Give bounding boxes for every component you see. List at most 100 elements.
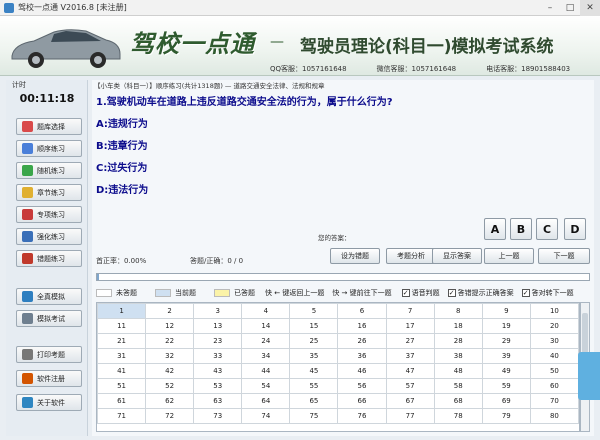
scroll-thumb[interactable] xyxy=(582,313,588,353)
question-cell[interactable]: 21 xyxy=(97,333,147,349)
question-cell[interactable]: 79 xyxy=(481,408,531,424)
chapter-practice-button[interactable]: 章节练习 xyxy=(16,184,82,201)
question-cell[interactable]: 71 xyxy=(97,408,147,424)
answer-a-button[interactable]: A xyxy=(484,218,506,240)
question-cell[interactable]: 17 xyxy=(385,318,435,334)
question-cell[interactable]: 18 xyxy=(433,318,483,334)
question-cell[interactable]: 1 xyxy=(97,303,147,319)
question-cell[interactable]: 23 xyxy=(193,333,243,349)
question-cell[interactable]: 34 xyxy=(241,348,291,364)
random-practice-button[interactable]: 随机练习 xyxy=(16,162,82,179)
question-cell[interactable]: 53 xyxy=(193,378,243,394)
question-cell[interactable]: 72 xyxy=(145,408,195,424)
option-d[interactable]: D:违法行为 xyxy=(96,181,148,196)
question-cell[interactable]: 76 xyxy=(337,408,387,424)
question-cell[interactable]: 47 xyxy=(385,363,435,379)
question-cell[interactable]: 13 xyxy=(193,318,243,334)
answer-c-button[interactable]: C xyxy=(536,218,558,240)
question-cell[interactable]: 28 xyxy=(433,333,483,349)
question-cell[interactable]: 24 xyxy=(241,333,291,349)
question-cell[interactable]: 62 xyxy=(145,393,195,409)
question-cell[interactable]: 57 xyxy=(385,378,435,394)
question-cell[interactable]: 58 xyxy=(433,378,483,394)
question-cell[interactable]: 2 xyxy=(145,303,195,319)
question-cell[interactable]: 5 xyxy=(289,303,339,319)
full-simulation-button[interactable]: 全真模拟 xyxy=(16,288,82,305)
close-icon[interactable]: ✕ xyxy=(580,0,600,16)
select-bank-button[interactable]: 题库选择 xyxy=(16,118,82,135)
voice-check[interactable]: ✓ 语音判题 xyxy=(401,288,440,298)
question-cell[interactable]: 6 xyxy=(337,303,387,319)
question-cell[interactable]: 4 xyxy=(241,303,291,319)
maximize-icon[interactable]: □ xyxy=(560,0,580,16)
topic-practice-button[interactable]: 专项练习 xyxy=(16,206,82,223)
question-cell[interactable]: 29 xyxy=(481,333,531,349)
show-correct-check[interactable]: ✓ 答错提示正确答案 xyxy=(447,288,514,298)
question-cell[interactable]: 59 xyxy=(481,378,531,394)
question-cell[interactable]: 10 xyxy=(529,303,579,319)
question-cell[interactable]: 48 xyxy=(433,363,483,379)
side-ad-tab[interactable] xyxy=(578,352,600,400)
question-cell[interactable]: 43 xyxy=(193,363,243,379)
about-button[interactable]: 关于软件 xyxy=(16,394,82,411)
question-cell[interactable]: 60 xyxy=(529,378,579,394)
question-cell[interactable]: 15 xyxy=(289,318,339,334)
question-cell[interactable]: 41 xyxy=(97,363,147,379)
question-cell[interactable]: 52 xyxy=(145,378,195,394)
question-cell[interactable]: 75 xyxy=(289,408,339,424)
question-cell[interactable]: 69 xyxy=(481,393,531,409)
option-b[interactable]: B:违章行为 xyxy=(96,137,148,152)
question-cell[interactable]: 40 xyxy=(529,348,579,364)
question-cell[interactable]: 32 xyxy=(145,348,195,364)
mark-wrong-button[interactable]: 设为错题 xyxy=(330,248,380,264)
wrong-questions-button[interactable]: 错题练习 xyxy=(16,250,82,267)
question-cell[interactable]: 12 xyxy=(145,318,195,334)
question-cell[interactable]: 36 xyxy=(337,348,387,364)
question-cell[interactable]: 8 xyxy=(433,303,483,319)
question-cell[interactable]: 65 xyxy=(289,393,339,409)
question-cell[interactable]: 49 xyxy=(481,363,531,379)
question-cell[interactable]: 61 xyxy=(97,393,147,409)
sequential-practice-button[interactable]: 顺序练习 xyxy=(16,140,82,157)
question-cell[interactable]: 44 xyxy=(241,363,291,379)
question-cell[interactable]: 64 xyxy=(241,393,291,409)
question-cell[interactable]: 67 xyxy=(385,393,435,409)
question-cell[interactable]: 25 xyxy=(289,333,339,349)
analysis-button[interactable]: 考题分析 xyxy=(386,248,436,264)
question-cell[interactable]: 22 xyxy=(145,333,195,349)
question-cell[interactable]: 73 xyxy=(193,408,243,424)
question-cell[interactable]: 45 xyxy=(289,363,339,379)
auto-next-check[interactable]: ✓ 答对转下一题 xyxy=(521,288,574,298)
question-cell[interactable]: 38 xyxy=(433,348,483,364)
answer-d-button[interactable]: D xyxy=(564,218,586,240)
option-a[interactable]: A:违规行为 xyxy=(96,115,148,130)
question-cell[interactable]: 9 xyxy=(481,303,531,319)
question-cell[interactable]: 54 xyxy=(241,378,291,394)
question-cell[interactable]: 56 xyxy=(337,378,387,394)
question-cell[interactable]: 55 xyxy=(289,378,339,394)
question-cell[interactable]: 20 xyxy=(529,318,579,334)
prev-question-button[interactable]: 上一题 xyxy=(484,248,534,264)
question-cell[interactable]: 35 xyxy=(289,348,339,364)
question-cell[interactable]: 51 xyxy=(97,378,147,394)
question-cell[interactable]: 70 xyxy=(529,393,579,409)
question-cell[interactable]: 77 xyxy=(385,408,435,424)
question-cell[interactable]: 78 xyxy=(433,408,483,424)
print-questions-button[interactable]: 打印考题 xyxy=(16,346,82,363)
question-cell[interactable]: 74 xyxy=(241,408,291,424)
question-cell[interactable]: 66 xyxy=(337,393,387,409)
question-cell[interactable]: 16 xyxy=(337,318,387,334)
show-answer-button[interactable]: 显示答案 xyxy=(432,248,482,264)
question-cell[interactable]: 39 xyxy=(481,348,531,364)
question-cell[interactable]: 46 xyxy=(337,363,387,379)
question-cell[interactable]: 42 xyxy=(145,363,195,379)
option-c[interactable]: C:过失行为 xyxy=(96,159,147,174)
question-cell[interactable]: 33 xyxy=(193,348,243,364)
question-cell[interactable]: 19 xyxy=(481,318,531,334)
answer-b-button[interactable]: B xyxy=(510,218,532,240)
question-cell[interactable]: 27 xyxy=(385,333,435,349)
intensive-practice-button[interactable]: 强化练习 xyxy=(16,228,82,245)
question-cell[interactable]: 3 xyxy=(193,303,243,319)
question-cell[interactable]: 14 xyxy=(241,318,291,334)
question-cell[interactable]: 80 xyxy=(529,408,579,424)
